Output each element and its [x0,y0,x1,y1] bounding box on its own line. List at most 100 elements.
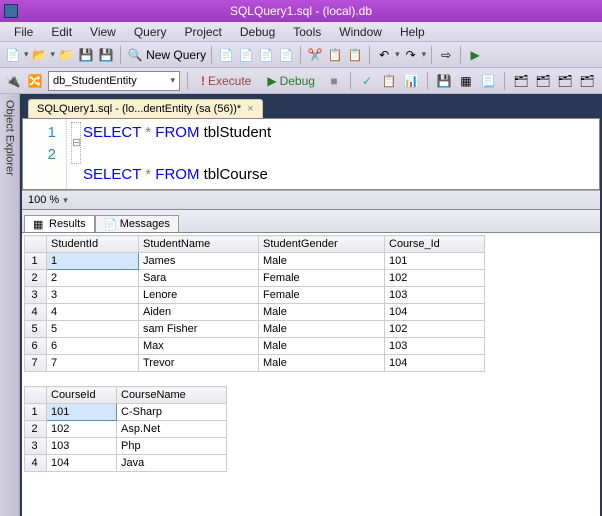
col-header[interactable]: CourseName [117,387,227,404]
cell[interactable]: Asp.Net [117,421,227,438]
menu-project[interactable]: Project [177,23,230,41]
change-icon[interactable]: 🔀 [26,72,44,90]
cell[interactable]: 101 [385,253,485,270]
cut-icon[interactable]: ✂️ [306,46,324,64]
row-header[interactable]: 5 [25,321,47,338]
cell[interactable]: C-Sharp [117,404,227,421]
cell[interactable]: Male [259,253,385,270]
misc4-icon[interactable]: 🗂 [578,72,596,90]
table-row[interactable]: 55sam FisherMale102 [25,321,485,338]
table-row[interactable]: 2102Asp.Net [25,421,227,438]
zoom-value[interactable]: 100 % [28,194,59,206]
parse-icon[interactable]: ✓ [358,72,376,90]
cell[interactable]: 6 [47,338,139,355]
messages-tab[interactable]: 📄 Messages [95,215,179,232]
cell[interactable]: 104 [385,304,485,321]
doc3-icon[interactable]: 📄 [257,46,275,64]
opts-icon[interactable]: 📋 [380,72,398,90]
menu-debug[interactable]: Debug [232,23,283,41]
menu-tools[interactable]: Tools [285,23,329,41]
table-row[interactable]: 3103Php [25,438,227,455]
cell[interactable]: 103 [47,438,117,455]
menu-file[interactable]: File [6,23,41,41]
menu-view[interactable]: View [82,23,124,41]
collapse-icon[interactable]: ⊟ [71,122,81,164]
corner-cell[interactable] [25,236,47,253]
misc3-icon[interactable]: 🗂 [556,72,574,90]
col-header[interactable]: Course_Id [385,236,485,253]
dropdown-icon[interactable]: ▾ [422,49,427,60]
cell[interactable]: 5 [47,321,139,338]
cell[interactable]: Female [259,287,385,304]
row-header[interactable]: 4 [25,304,47,321]
cell[interactable]: Lenore [139,287,259,304]
saveall-icon[interactable]: 💾 [97,46,115,64]
misc2-icon[interactable]: 🗂 [534,72,552,90]
cell[interactable]: Max [139,338,259,355]
cell[interactable]: Male [259,304,385,321]
cell[interactable]: 103 [385,287,485,304]
object-explorer-tab[interactable]: Object Explorer [0,94,20,516]
table-row[interactable]: 33LenoreFemale103 [25,287,485,304]
col-header[interactable]: StudentId [47,236,139,253]
col-header[interactable]: StudentName [139,236,259,253]
copy-icon[interactable]: 📋 [326,46,344,64]
doc2-icon[interactable]: 📄 [237,46,255,64]
close-icon[interactable]: × [247,103,253,115]
table-row[interactable]: 1101C-Sharp [25,404,227,421]
table-row[interactable]: 44AidenMale104 [25,304,485,321]
table-row[interactable]: 66MaxMale103 [25,338,485,355]
new-query-icon[interactable]: 🔍 [126,46,144,64]
cell[interactable]: 3 [47,287,139,304]
cell[interactable]: Male [259,321,385,338]
table-row[interactable]: 4104Java [25,455,227,472]
cell[interactable]: Php [117,438,227,455]
cell[interactable]: 102 [47,421,117,438]
row-header[interactable]: 4 [25,455,47,472]
corner-cell[interactable] [25,387,47,404]
text-icon[interactable]: 📃 [479,72,497,90]
menu-edit[interactable]: Edit [43,23,80,41]
file-tab[interactable]: SQLQuery1.sql - (lo...dentEntity (sa (56… [28,99,263,118]
cell[interactable]: Female [259,270,385,287]
results-tab[interactable]: ▦ Results [24,215,95,232]
execute-button[interactable]: !Execute [195,73,257,89]
cell[interactable]: 103 [385,338,485,355]
open-icon[interactable]: 📂 [31,46,49,64]
cell[interactable]: 2 [47,270,139,287]
new-project-icon[interactable]: 📄 [4,46,22,64]
sql-editor[interactable]: 1 2 ⊟SELECT * FROM tblStudent SELECT * F… [22,118,600,190]
cell[interactable]: James [139,253,259,270]
col-header[interactable]: CourseId [47,387,117,404]
row-header[interactable]: 6 [25,338,47,355]
code-area[interactable]: ⊟SELECT * FROM tblStudent SELECT * FROM … [67,119,599,189]
cell[interactable]: 102 [385,321,485,338]
play-icon[interactable]: ▶ [466,46,484,64]
cell[interactable]: Sara [139,270,259,287]
cell[interactable]: 104 [385,355,485,372]
cell[interactable]: Aiden [139,304,259,321]
paste-icon[interactable]: 📋 [346,46,364,64]
dropdown-icon[interactable]: ▾ [24,49,29,60]
row-header[interactable]: 3 [25,438,47,455]
cell[interactable]: 1 [47,253,139,270]
menu-query[interactable]: Query [126,23,175,41]
cell[interactable]: 7 [47,355,139,372]
cell[interactable]: 102 [385,270,485,287]
connect-icon[interactable]: 🔌 [4,72,22,90]
results-pane[interactable]: StudentId StudentName StudentGender Cour… [22,232,600,516]
doc1-icon[interactable]: 📄 [217,46,235,64]
save-icon[interactable]: 💾 [435,72,453,90]
row-header[interactable]: 2 [25,421,47,438]
row-header[interactable]: 2 [25,270,47,287]
chevron-down-icon[interactable]: ▾ [63,195,68,206]
row-header[interactable]: 1 [25,404,47,421]
col-header[interactable]: StudentGender [259,236,385,253]
plan-icon[interactable]: 📊 [402,72,420,90]
row-header[interactable]: 7 [25,355,47,372]
dropdown-icon[interactable]: ▾ [395,49,400,60]
table-row[interactable]: 22SaraFemale102 [25,270,485,287]
menu-help[interactable]: Help [392,23,433,41]
menu-window[interactable]: Window [331,23,390,41]
grid-icon[interactable]: ▦ [457,72,475,90]
